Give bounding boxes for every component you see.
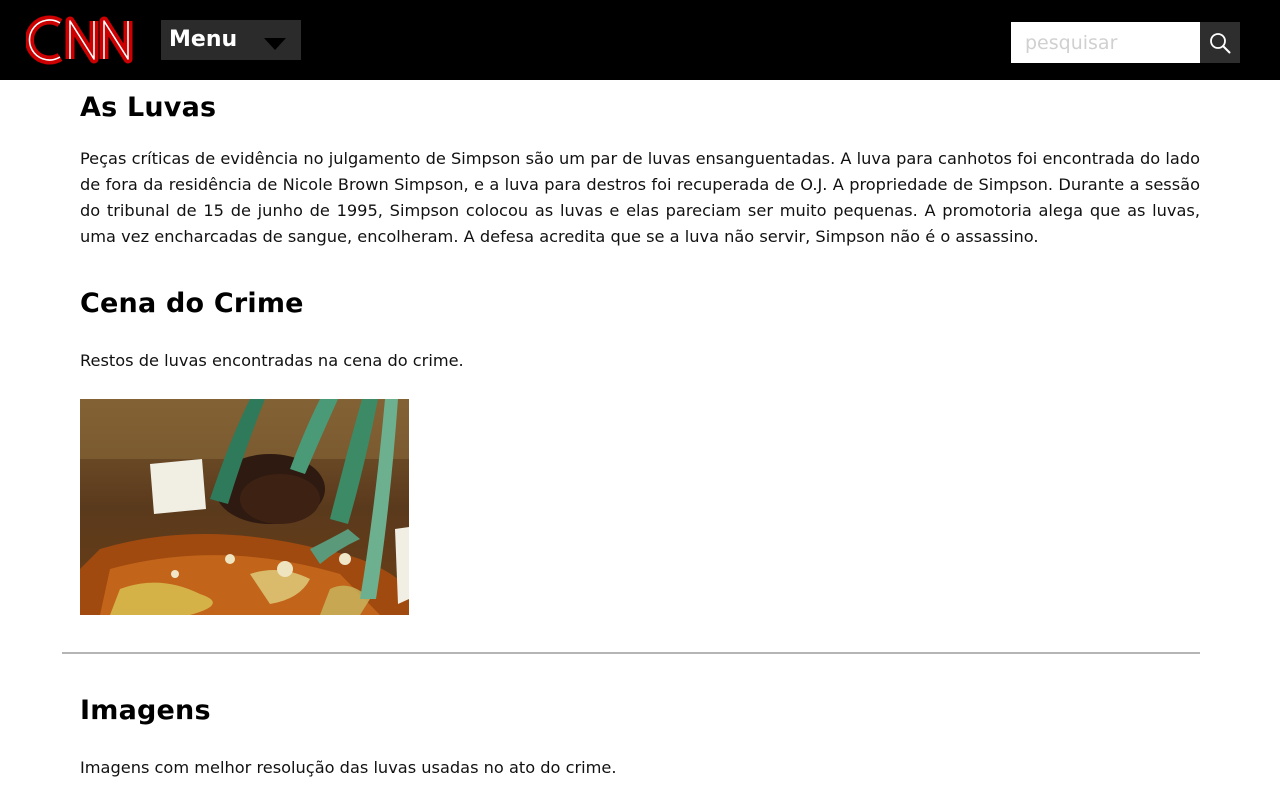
menu-label: Menu: [169, 27, 238, 52]
cnn-logo[interactable]: [25, 13, 136, 67]
chevron-down-icon: [264, 38, 286, 50]
section-title-cena-do-crime: Cena do Crime: [80, 288, 304, 319]
section-divider: [62, 652, 1200, 654]
crime-scene-photo: [80, 399, 409, 615]
search-icon: [1210, 33, 1231, 54]
search-button[interactable]: [1200, 22, 1240, 63]
section-title-luvas: As Luvas: [80, 92, 217, 123]
top-navigation-bar: Menu: [0, 0, 1280, 80]
search-input[interactable]: [1011, 22, 1200, 63]
menu-button[interactable]: Menu: [161, 20, 301, 60]
section-title-imagens: Imagens: [80, 695, 211, 726]
section-body-imagens: Imagens com melhor resolução das luvas u…: [80, 758, 617, 777]
section-body-luvas: Peças críticas de evidência no julgament…: [80, 149, 1200, 246]
section-body-cena-do-crime: Restos de luvas encontradas na cena do c…: [80, 351, 464, 370]
